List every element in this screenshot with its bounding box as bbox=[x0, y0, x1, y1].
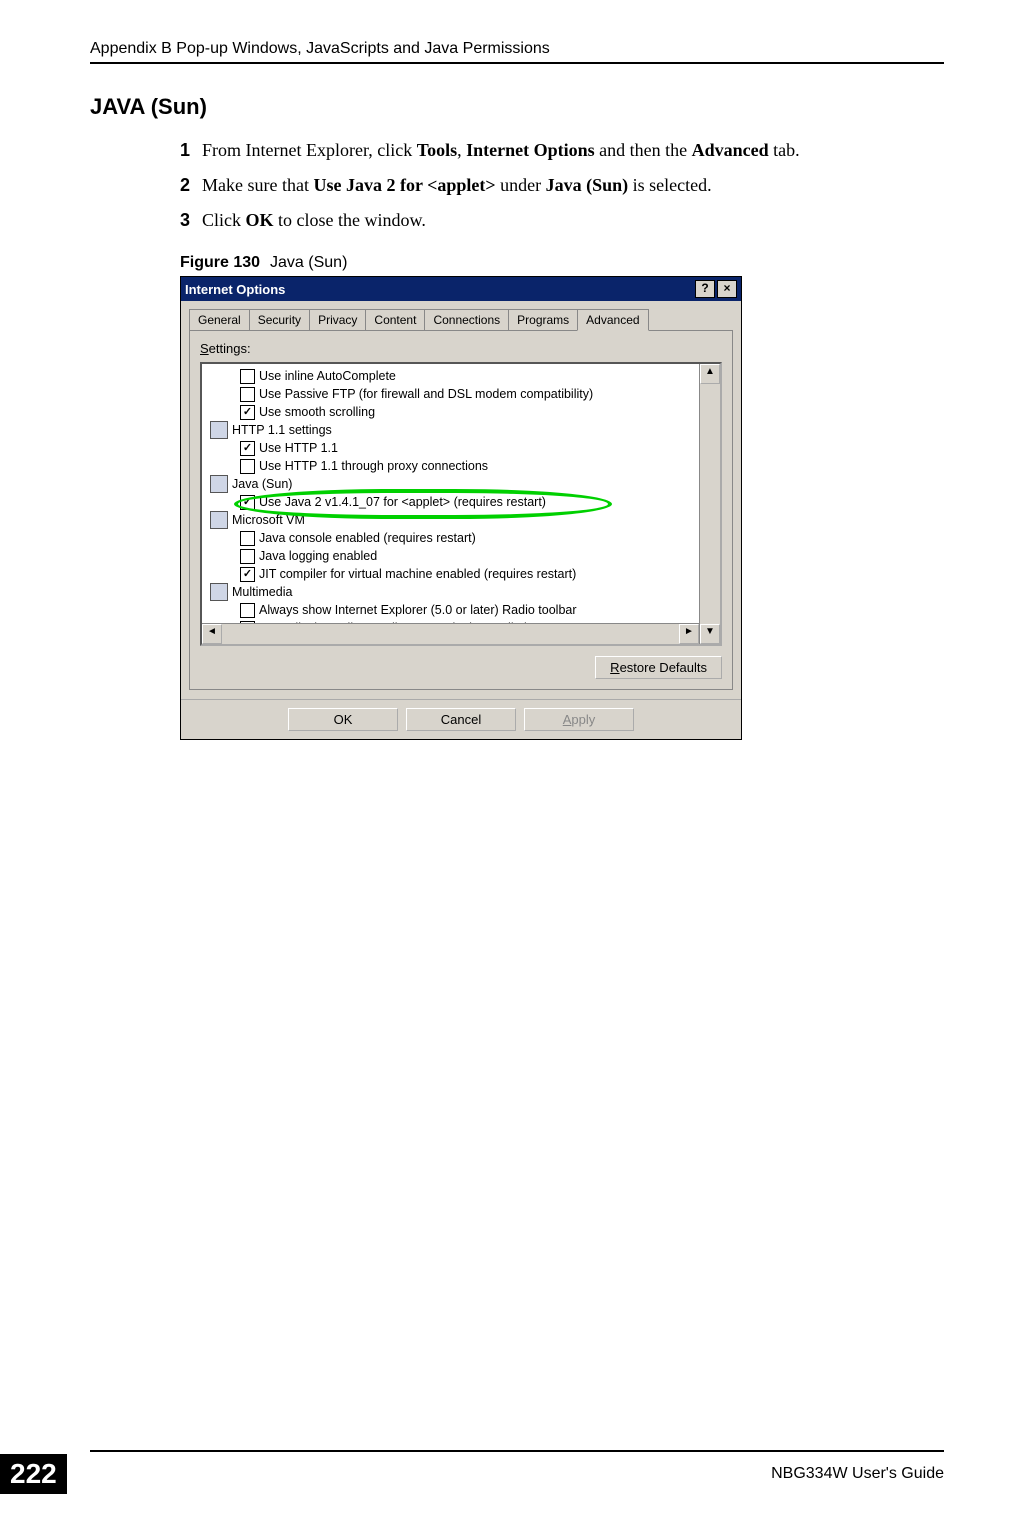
tree-item[interactable]: Java logging enabled bbox=[240, 547, 697, 565]
advanced-tab-panel: Settings: Use inline AutoCompleteUse Pas… bbox=[189, 330, 733, 690]
steps-list: 1From Internet Explorer, click Tools, In… bbox=[180, 136, 944, 234]
tree-item-label: Java (Sun) bbox=[232, 475, 292, 493]
settings-tree-container: Use inline AutoCompleteUse Passive FTP (… bbox=[200, 362, 722, 646]
checkbox[interactable] bbox=[240, 405, 255, 420]
page-footer: 222 NBG334W User's Guide bbox=[0, 1450, 1014, 1494]
tree-item[interactable]: Use Java 2 v1.4.1_07 for <applet> (requi… bbox=[240, 493, 697, 511]
settings-tree[interactable]: Use inline AutoCompleteUse Passive FTP (… bbox=[202, 364, 699, 623]
tree-item-label: Java logging enabled bbox=[259, 547, 377, 565]
step-num: 3 bbox=[180, 210, 190, 230]
ok-button[interactable]: OK bbox=[288, 708, 398, 731]
settings-label: Settings: bbox=[200, 341, 722, 356]
internet-options-dialog: Internet Options ? × General Security Pr… bbox=[180, 276, 742, 740]
tree-item-label: Use HTTP 1.1 bbox=[259, 439, 338, 457]
group-icon bbox=[210, 421, 228, 439]
step-2: 2Make sure that Use Java 2 for <applet> … bbox=[180, 171, 944, 200]
scrollbar-vertical[interactable]: ▲ ▼ bbox=[699, 364, 720, 644]
tree-item[interactable]: Always show Internet Explorer (5.0 or la… bbox=[240, 601, 697, 619]
tree-item[interactable]: Don't display online media content in th… bbox=[240, 619, 697, 623]
tab-general[interactable]: General bbox=[189, 309, 250, 331]
checkbox[interactable] bbox=[240, 549, 255, 564]
tab-programs[interactable]: Programs bbox=[508, 309, 578, 331]
tree-item[interactable]: Use HTTP 1.1 bbox=[240, 439, 697, 457]
scroll-left-icon[interactable]: ◄ bbox=[202, 624, 222, 644]
header-left: Appendix B Pop-up Windows, JavaScripts a… bbox=[90, 40, 550, 58]
step-num: 1 bbox=[180, 140, 190, 160]
tree-item[interactable]: Java console enabled (requires restart) bbox=[240, 529, 697, 547]
tree-item[interactable]: Use HTTP 1.1 through proxy connections bbox=[240, 457, 697, 475]
page-header: Appendix B Pop-up Windows, JavaScripts a… bbox=[90, 40, 944, 64]
scrollbar-horizontal[interactable]: ◄ ► bbox=[202, 623, 699, 644]
checkbox[interactable] bbox=[240, 621, 255, 624]
tree-item-label: Use smooth scrolling bbox=[259, 403, 375, 421]
group-icon bbox=[210, 583, 228, 601]
tree-group[interactable]: HTTP 1.1 settings bbox=[210, 421, 697, 439]
tab-connections[interactable]: Connections bbox=[424, 309, 509, 331]
tree-item-label: Java console enabled (requires restart) bbox=[259, 529, 476, 547]
step-3: 3Click OK to close the window. bbox=[180, 206, 944, 235]
scroll-up-icon[interactable]: ▲ bbox=[700, 364, 720, 384]
section-title: JAVA (Sun) bbox=[90, 94, 944, 120]
tree-item[interactable]: Use Passive FTP (for firewall and DSL mo… bbox=[240, 385, 697, 403]
checkbox[interactable] bbox=[240, 369, 255, 384]
step-1: 1From Internet Explorer, click Tools, In… bbox=[180, 136, 944, 165]
page-number: 222 bbox=[0, 1454, 67, 1494]
dialog-button-row: OK Cancel Apply bbox=[181, 699, 741, 739]
figure-number: Figure 130 bbox=[180, 254, 260, 271]
dialog-titlebar[interactable]: Internet Options ? × bbox=[181, 277, 741, 301]
checkbox[interactable] bbox=[240, 603, 255, 618]
tab-advanced[interactable]: Advanced bbox=[577, 309, 648, 331]
close-button[interactable]: × bbox=[717, 280, 737, 298]
checkbox[interactable] bbox=[240, 567, 255, 582]
checkbox[interactable] bbox=[240, 459, 255, 474]
tree-item-label: Don't display online media content in th… bbox=[259, 619, 542, 623]
step-num: 2 bbox=[180, 175, 190, 195]
tab-security[interactable]: Security bbox=[249, 309, 310, 331]
group-icon bbox=[210, 475, 228, 493]
highlight-ellipse bbox=[234, 489, 612, 519]
tab-content[interactable]: Content bbox=[365, 309, 425, 331]
tree-item-label: Use inline AutoComplete bbox=[259, 367, 396, 385]
tree-item[interactable]: Use inline AutoComplete bbox=[240, 367, 697, 385]
cancel-button[interactable]: Cancel bbox=[406, 708, 516, 731]
figure-caption: Figure 130 Java (Sun) bbox=[180, 254, 944, 272]
scroll-down-icon[interactable]: ▼ bbox=[700, 624, 720, 644]
help-button[interactable]: ? bbox=[695, 280, 715, 298]
checkbox[interactable] bbox=[240, 387, 255, 402]
tree-item-label: Use HTTP 1.1 through proxy connections bbox=[259, 457, 488, 475]
tab-privacy[interactable]: Privacy bbox=[309, 309, 366, 331]
tree-item[interactable]: JIT compiler for virtual machine enabled… bbox=[240, 565, 697, 583]
apply-button[interactable]: Apply bbox=[524, 708, 634, 731]
tree-item-label: Use Passive FTP (for firewall and DSL mo… bbox=[259, 385, 593, 403]
checkbox[interactable] bbox=[240, 441, 255, 456]
scroll-right-icon[interactable]: ► bbox=[679, 624, 699, 644]
tree-item-label: JIT compiler for virtual machine enabled… bbox=[259, 565, 576, 583]
checkbox[interactable] bbox=[240, 531, 255, 546]
tree-item[interactable]: Use smooth scrolling bbox=[240, 403, 697, 421]
tree-item-label: Multimedia bbox=[232, 583, 292, 601]
tree-group[interactable]: Multimedia bbox=[210, 583, 697, 601]
figure-caption-text: Java (Sun) bbox=[270, 254, 347, 271]
tree-item-label: HTTP 1.1 settings bbox=[232, 421, 332, 439]
restore-defaults-button[interactable]: Restore Defaults bbox=[595, 656, 722, 679]
tree-item-label: Always show Internet Explorer (5.0 or la… bbox=[259, 601, 577, 619]
guide-name: NBG334W User's Guide bbox=[771, 1465, 944, 1483]
group-icon bbox=[210, 511, 228, 529]
dialog-title: Internet Options bbox=[185, 282, 285, 297]
tab-row: General Security Privacy Content Connect… bbox=[181, 301, 741, 331]
